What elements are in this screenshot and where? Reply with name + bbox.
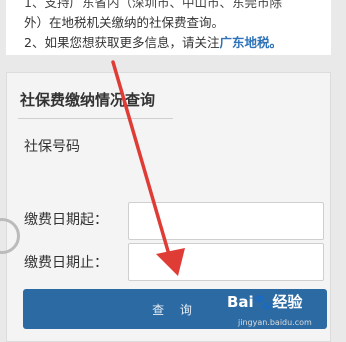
panel-title: 社保费缴纳情况查询	[20, 91, 156, 109]
watermark-url: jingyan.baidu.com	[238, 318, 312, 327]
title-divider	[18, 118, 173, 119]
watermark-logo: Bai🐾经验	[227, 293, 303, 311]
start-date-input[interactable]	[128, 202, 324, 240]
ssn-label: 社保号码	[24, 139, 80, 155]
notice-line-1: 1、支持广东省内（深圳市、中山市、东莞市除	[24, 0, 282, 10]
notice-line-2: 外）在地税机关缴纳的社保费查询。	[24, 15, 225, 30]
notice-line-3-text: 2、如果您想获取更多信息，请关注	[24, 35, 220, 50]
start-date-label: 缴费日期起：	[24, 212, 108, 228]
notice-line-3: 2、如果您想获取更多信息，请关注广东地税。	[24, 32, 282, 51]
end-date-label: 缴费日期止：	[24, 255, 108, 271]
end-date-input[interactable]	[128, 243, 324, 281]
section-gap	[0, 55, 346, 72]
notice-box: 1、支持广东省内（深圳市、中山市、东莞市除 外）在地税机关缴纳的社保费查询。 2…	[6, 0, 331, 55]
guangdong-tax-link[interactable]: 广东地税。	[219, 35, 282, 50]
